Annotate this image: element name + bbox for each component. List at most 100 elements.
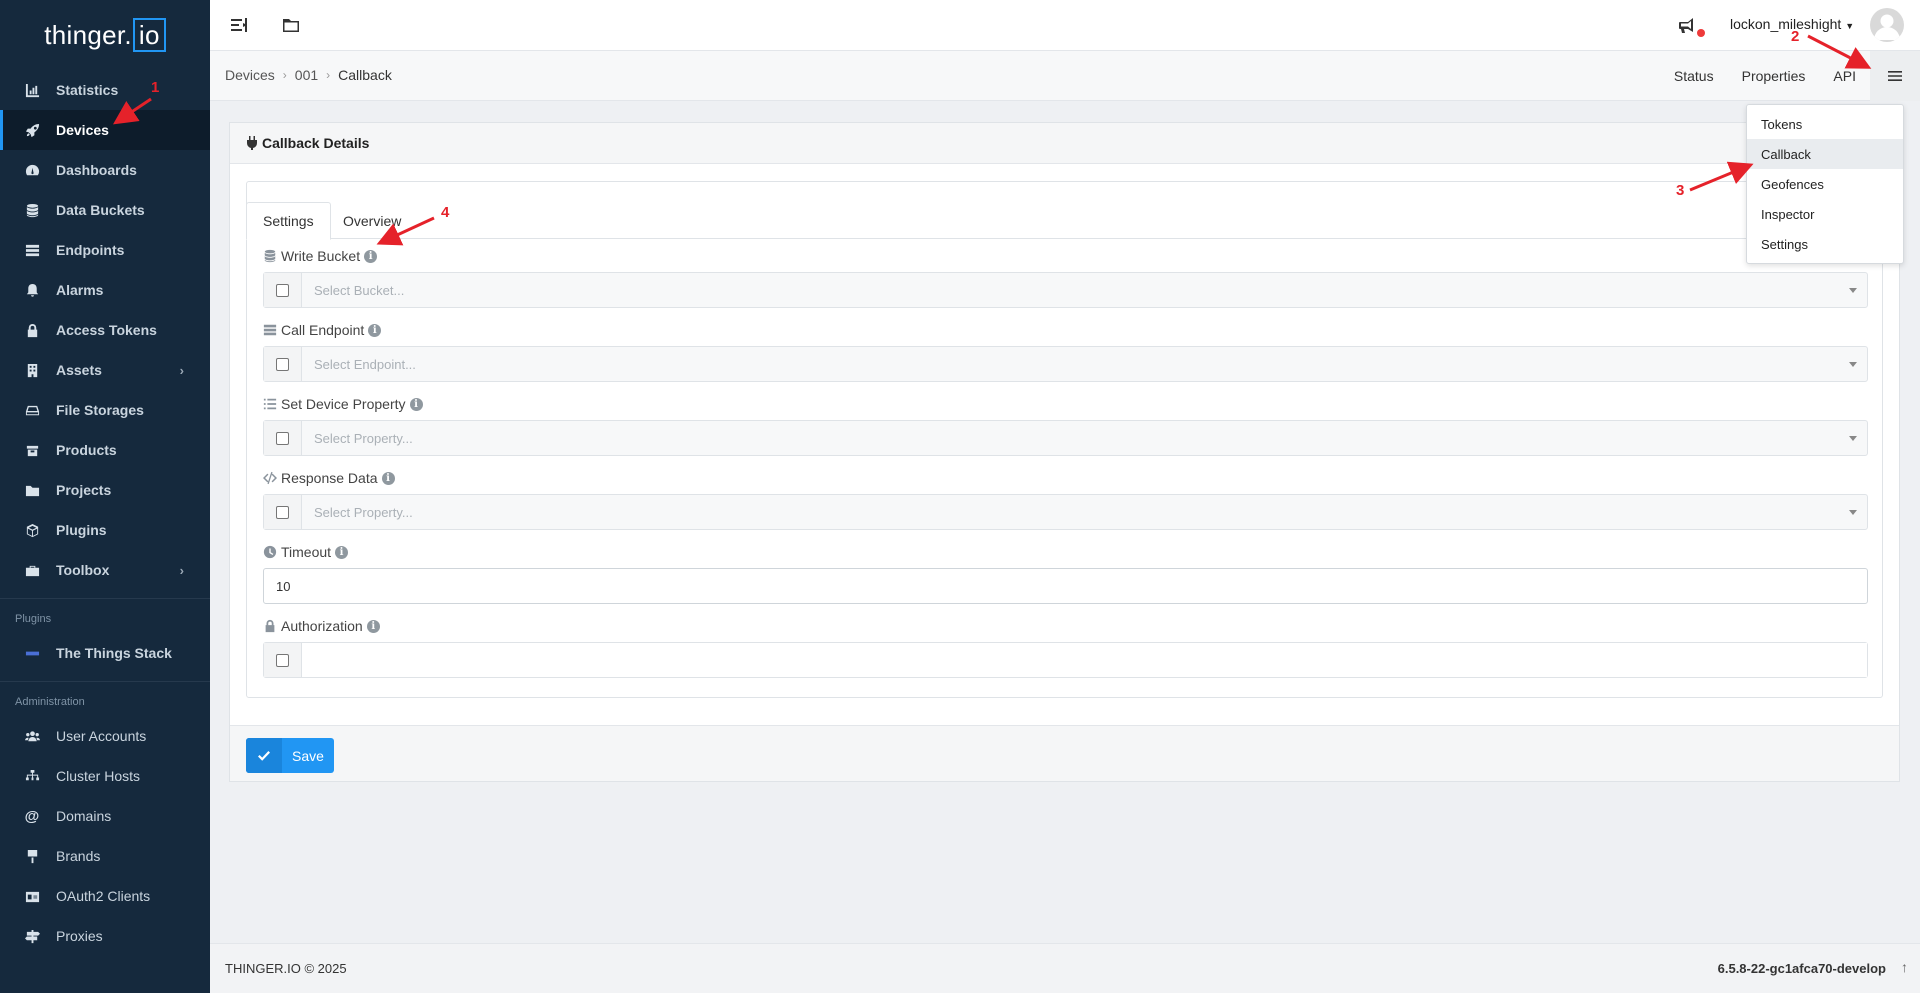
- info-icon[interactable]: i: [335, 545, 349, 559]
- logo[interactable]: thinger. io: [0, 0, 210, 70]
- timeout-value: 10: [276, 578, 291, 594]
- annotation-number: 1: [151, 79, 160, 96]
- authorization-checkbox[interactable]: [276, 653, 289, 667]
- menu-item-inspector[interactable]: Inspector: [1747, 199, 1903, 229]
- sidebar-item-toolbox[interactable]: Toolbox ›: [0, 550, 210, 590]
- caret-down-icon: [1849, 436, 1857, 441]
- chevron-right-icon: ›: [179, 362, 184, 378]
- authorization-input[interactable]: [302, 643, 1867, 677]
- arrow-up-icon[interactable]: ↑: [1901, 959, 1908, 975]
- box-icon: [24, 442, 40, 458]
- sidebar-item-alarms[interactable]: Alarms: [0, 270, 210, 310]
- timeout-input[interactable]: 10: [263, 568, 1868, 604]
- sidebar-item-the-things-stack[interactable]: The Things Stack: [0, 633, 210, 673]
- sidebar-item-data-buckets[interactable]: Data Buckets: [0, 190, 210, 230]
- card-footer: Save: [230, 725, 1899, 781]
- authorization-field: [263, 642, 1868, 678]
- sidebar-item-endpoints[interactable]: Endpoints: [0, 230, 210, 270]
- save-button-label: Save: [292, 747, 324, 764]
- page-footer: THINGER.IO © 2025 6.5.8-22-gc1afca70-dev…: [210, 943, 1920, 993]
- caret-down-icon: [1849, 510, 1857, 515]
- call-endpoint-checkbox[interactable]: [276, 357, 289, 371]
- menu-item-geofences[interactable]: Geofences: [1747, 169, 1903, 199]
- sidebar-item-label: Access Tokens: [56, 322, 157, 338]
- sidebar-item-label: File Storages: [56, 402, 144, 418]
- sidebar-item-domains[interactable]: @ Domains: [0, 796, 210, 836]
- info-icon[interactable]: i: [364, 249, 378, 263]
- response-data-field: Select Property...: [263, 494, 1868, 530]
- call-endpoint-field: Select Endpoint...: [263, 346, 1868, 382]
- set-property-checkbox[interactable]: [276, 431, 289, 445]
- sidebar-item-access-tokens[interactable]: Access Tokens: [0, 310, 210, 350]
- authorization-checkbox-addon: [264, 643, 302, 677]
- breadcrumb-devices[interactable]: Devices: [225, 67, 275, 83]
- breadcrumb-device-001[interactable]: 001: [295, 67, 318, 83]
- card-title: Callback Details: [262, 135, 370, 151]
- sidebar-item-projects[interactable]: Projects: [0, 470, 210, 510]
- settings-panel: Settings Overview Write Bucket i Select …: [246, 181, 1883, 698]
- sidebar-item-brands[interactable]: Brands: [0, 836, 210, 876]
- sidebar-item-label: Proxies: [56, 928, 103, 944]
- device-tabs: Status Properties API: [1660, 51, 1920, 101]
- sidebar-item-label: Devices: [56, 122, 109, 138]
- set-property-checkbox-addon: [264, 421, 302, 455]
- info-icon[interactable]: i: [366, 619, 380, 633]
- sidebar-item-oauth2-clients[interactable]: OAuth2 Clients: [0, 876, 210, 916]
- sidebar-item-statistics[interactable]: Statistics: [0, 70, 210, 110]
- sidebar-item-assets[interactable]: Assets ›: [0, 350, 210, 390]
- avatar[interactable]: [1870, 8, 1904, 42]
- sidebar-item-file-storages[interactable]: File Storages: [0, 390, 210, 430]
- sidebar-item-label: The Things Stack: [56, 645, 172, 661]
- menu-item-settings[interactable]: Settings: [1747, 229, 1903, 259]
- more-menu-button[interactable]: [1870, 51, 1920, 101]
- sidebar-divider: [0, 681, 210, 682]
- hdd-icon: [24, 402, 40, 418]
- write-bucket-field: Select Bucket...: [263, 272, 1868, 308]
- tab-api[interactable]: API: [1819, 68, 1870, 84]
- response-data-checkbox-addon: [264, 495, 302, 529]
- sitemap-icon: [24, 768, 40, 784]
- sidebar-item-dashboards[interactable]: Dashboards: [0, 150, 210, 190]
- tab-overview[interactable]: Overview: [327, 202, 417, 240]
- tab-properties[interactable]: Properties: [1728, 68, 1820, 84]
- sidebar-item-products[interactable]: Products: [0, 430, 210, 470]
- sidebar-item-cluster-hosts[interactable]: Cluster Hosts: [0, 756, 210, 796]
- call-endpoint-label: Call Endpoint i: [263, 322, 382, 338]
- response-data-checkbox[interactable]: [276, 505, 289, 519]
- toolbox-icon: [24, 562, 40, 578]
- sidebar-item-plugins[interactable]: Plugins: [0, 510, 210, 550]
- call-endpoint-select[interactable]: Select Endpoint...: [302, 347, 1867, 381]
- set-device-property-field: Select Property...: [263, 420, 1868, 456]
- set-property-select[interactable]: Select Property...: [302, 421, 1867, 455]
- building-icon: [24, 362, 40, 378]
- select-placeholder: Select Property...: [314, 504, 413, 520]
- call-endpoint-checkbox-addon: [264, 347, 302, 381]
- sidebar-item-label: Plugins: [56, 522, 107, 538]
- write-bucket-checkbox[interactable]: [276, 283, 289, 297]
- server-icon: [24, 242, 40, 258]
- toggle-sidebar-icon[interactable]: [230, 16, 248, 34]
- menu-item-callback[interactable]: Callback: [1747, 139, 1903, 169]
- megaphone-icon[interactable]: [1678, 16, 1696, 34]
- sidebar-item-label: User Accounts: [56, 728, 147, 744]
- database-icon: [263, 249, 277, 263]
- sidebar-item-devices[interactable]: Devices: [0, 110, 210, 150]
- sidebar-item-label: Cluster Hosts: [56, 768, 141, 784]
- write-bucket-select[interactable]: Select Bucket...: [302, 273, 1867, 307]
- sidebar-item-label: Statistics: [56, 82, 119, 98]
- sidebar-item-proxies[interactable]: Proxies: [0, 916, 210, 956]
- info-icon[interactable]: i: [368, 323, 382, 337]
- menu-item-tokens[interactable]: Tokens: [1747, 109, 1903, 139]
- tab-status[interactable]: Status: [1660, 68, 1728, 84]
- info-icon[interactable]: i: [409, 397, 423, 411]
- device-more-menu: Tokens Callback Geofences Inspector Sett…: [1746, 104, 1904, 264]
- folder-icon[interactable]: [282, 16, 300, 34]
- select-placeholder: Select Bucket...: [314, 282, 405, 298]
- field-label-text: Set Device Property: [281, 396, 406, 412]
- tab-settings[interactable]: Settings: [246, 202, 331, 240]
- save-button[interactable]: Save: [246, 738, 334, 773]
- info-icon[interactable]: i: [381, 471, 395, 485]
- sidebar-item-user-accounts[interactable]: User Accounts: [0, 716, 210, 756]
- sidebar-item-label: Assets: [56, 362, 102, 378]
- response-data-select[interactable]: Select Property...: [302, 495, 1867, 529]
